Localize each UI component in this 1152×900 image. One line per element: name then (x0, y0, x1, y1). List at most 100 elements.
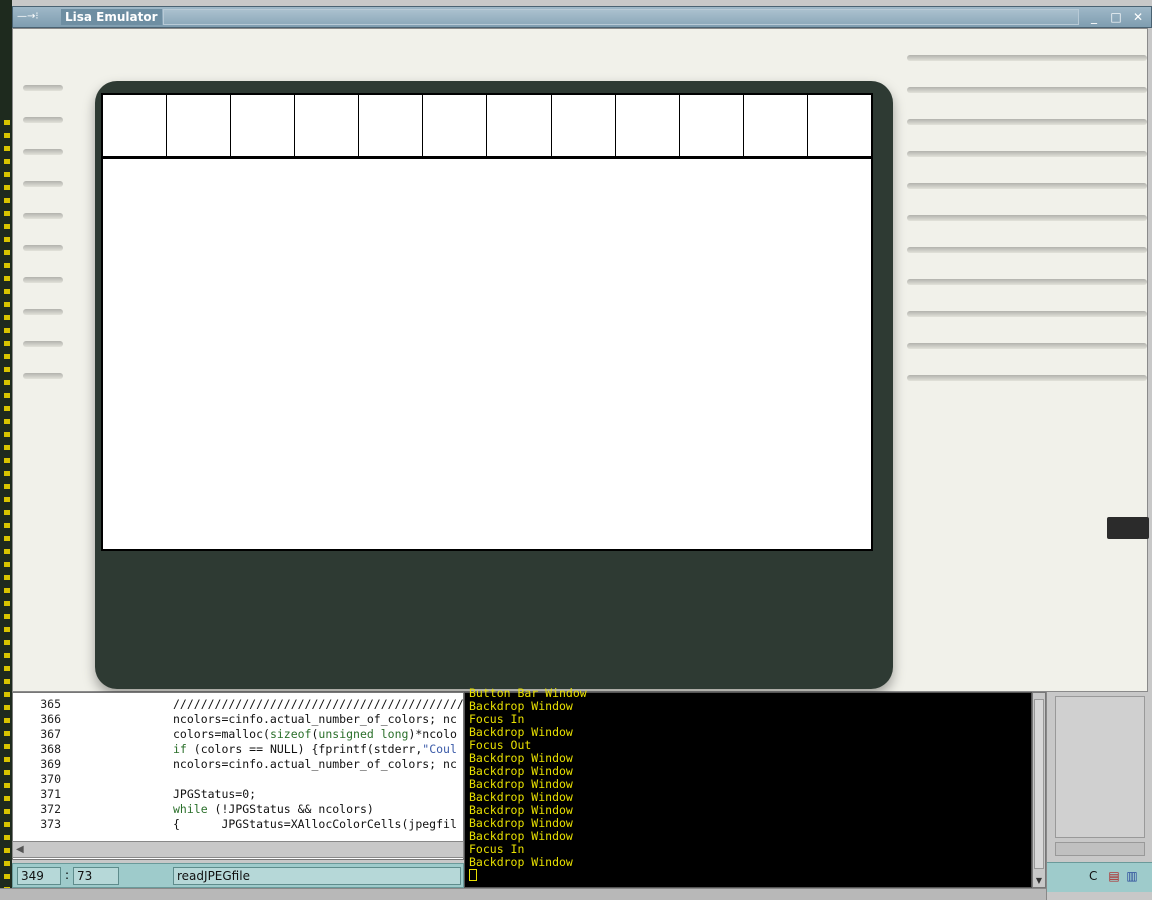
line-number: 373 (40, 817, 61, 831)
line-number-field[interactable]: 349 (17, 867, 61, 885)
lisa-emulator-display[interactable] (12, 28, 1149, 692)
code-line[interactable]: colors=malloc(sizeof(unsigned long)*ncol… (173, 727, 457, 741)
code-line[interactable]: ncolors=cinfo.actual_number_of_colors; n… (173, 712, 457, 726)
background-window-marker (4, 627, 10, 632)
background-window-marker (4, 146, 10, 151)
code-line[interactable]: if (colors == NULL) {fprintf(stderr,"Cou… (173, 742, 457, 756)
background-window-marker (4, 757, 10, 762)
background-window-marker (4, 133, 10, 138)
function-name-field[interactable]: readJPEGfile (173, 867, 461, 885)
terminal-cursor (469, 869, 477, 881)
menu-cell[interactable] (808, 95, 871, 156)
background-window-marker (4, 588, 10, 593)
menu-cell[interactable] (103, 95, 168, 156)
vent-slot (23, 85, 63, 91)
background-window-marker (4, 263, 10, 268)
background-window-marker (4, 718, 10, 723)
background-window-marker (4, 770, 10, 775)
background-window-marker (4, 536, 10, 541)
emulator-title-bar[interactable]: —→⁝ Lisa Emulator _ □ ✕ (12, 6, 1152, 28)
background-window-marker (4, 562, 10, 567)
menu-cell[interactable] (616, 95, 680, 156)
clipboard-icon[interactable]: ▥ (1125, 868, 1139, 884)
background-window-marker (4, 328, 10, 333)
line-number: 371 (40, 787, 61, 801)
scrollbar-thumb[interactable] (1034, 699, 1044, 869)
background-window-marker (4, 822, 10, 827)
background-window-marker (4, 601, 10, 606)
terminal-scrollbar[interactable]: ▼ (1032, 692, 1046, 888)
background-window-marker (4, 575, 10, 580)
vent-slot (23, 213, 63, 219)
background-window-marker (4, 744, 10, 749)
vent-slot (907, 151, 1147, 157)
menu-cell[interactable] (231, 95, 296, 156)
editor-status-bar: 349 : 73 readJPEGfile (12, 863, 464, 888)
background-window-marker (4, 848, 10, 853)
background-window-marker (4, 640, 10, 645)
background-window-marker (4, 198, 10, 203)
background-window-marker (4, 211, 10, 216)
menu-cell[interactable] (359, 95, 424, 156)
background-window-marker (4, 679, 10, 684)
code-line[interactable]: JPGStatus=0; (173, 787, 256, 801)
editor-horizontal-scrollbar[interactable]: ◀ (12, 841, 464, 858)
vent-slot (907, 87, 1147, 93)
code-editor[interactable]: 365 /////////////////////////////////////… (12, 692, 478, 860)
vent-slot (907, 55, 1147, 61)
vent-slot (23, 245, 63, 251)
code-line[interactable]: ncolors=cinfo.actual_number_of_colors; n… (173, 757, 457, 771)
code-line[interactable]: ////////////////////////////////////////… (173, 697, 478, 711)
background-window-marker (4, 354, 10, 359)
maximize-button[interactable]: □ (1107, 9, 1125, 25)
menu-cell[interactable] (295, 95, 360, 156)
right-panel: C ▤ ▥ (1046, 692, 1152, 900)
background-window-marker (4, 237, 10, 242)
scroll-left-icon[interactable]: ◀ (16, 844, 24, 855)
window-menu-icon[interactable]: —→⁝ (17, 11, 57, 23)
menu-cell[interactable] (744, 95, 808, 156)
background-window-marker (4, 549, 10, 554)
lisa-screen[interactable] (101, 93, 873, 551)
window-title: Lisa Emulator (61, 9, 162, 25)
minimize-button[interactable]: _ (1085, 9, 1103, 25)
background-window-marker (4, 653, 10, 658)
terminal-window[interactable]: Button Bar Window Backdrop Window Focus In… (464, 687, 1032, 888)
menu-cell[interactable] (167, 95, 232, 156)
menu-cell[interactable] (552, 95, 616, 156)
background-window-marker (4, 289, 10, 294)
vent-slot (23, 309, 63, 315)
vent-slot (23, 341, 63, 347)
vent-slot (23, 117, 63, 123)
menu-cell[interactable] (487, 95, 552, 156)
column-number-field[interactable]: 73 (73, 867, 119, 885)
terminal-line: Backdrop Window (469, 855, 573, 869)
background-window-marker (4, 406, 10, 411)
code-line[interactable]: while (!JPGStatus && ncolors) (173, 802, 374, 816)
side-horizontal-scrollbar[interactable] (1055, 842, 1145, 856)
side-pane (1055, 696, 1145, 838)
position-separator: : (65, 868, 70, 882)
screen-menu-strip (103, 95, 871, 159)
menu-cell[interactable] (423, 95, 488, 156)
close-button[interactable]: ✕ (1129, 9, 1147, 25)
vent-slot (907, 279, 1147, 285)
document-icon[interactable]: ▤ (1107, 868, 1121, 884)
background-window-marker (4, 250, 10, 255)
line-number: 369 (40, 757, 61, 771)
background-window-marker (4, 224, 10, 229)
background-window-marker (4, 120, 10, 125)
tray-label: C (1089, 869, 1098, 883)
vent-slot (23, 181, 63, 187)
background-window-marker (4, 432, 10, 437)
scroll-down-icon[interactable]: ▼ (1034, 876, 1044, 886)
line-number: 370 (40, 772, 61, 786)
menu-cell[interactable] (680, 95, 744, 156)
background-window-marker (4, 393, 10, 398)
background-window-marker (4, 783, 10, 788)
background-window-marker (4, 705, 10, 710)
code-line[interactable]: { JPGStatus=XAllocColorCells(jpegfil (173, 817, 457, 831)
background-window-marker (4, 419, 10, 424)
background-window-marker (4, 185, 10, 190)
title-bar-fill (163, 9, 1079, 25)
